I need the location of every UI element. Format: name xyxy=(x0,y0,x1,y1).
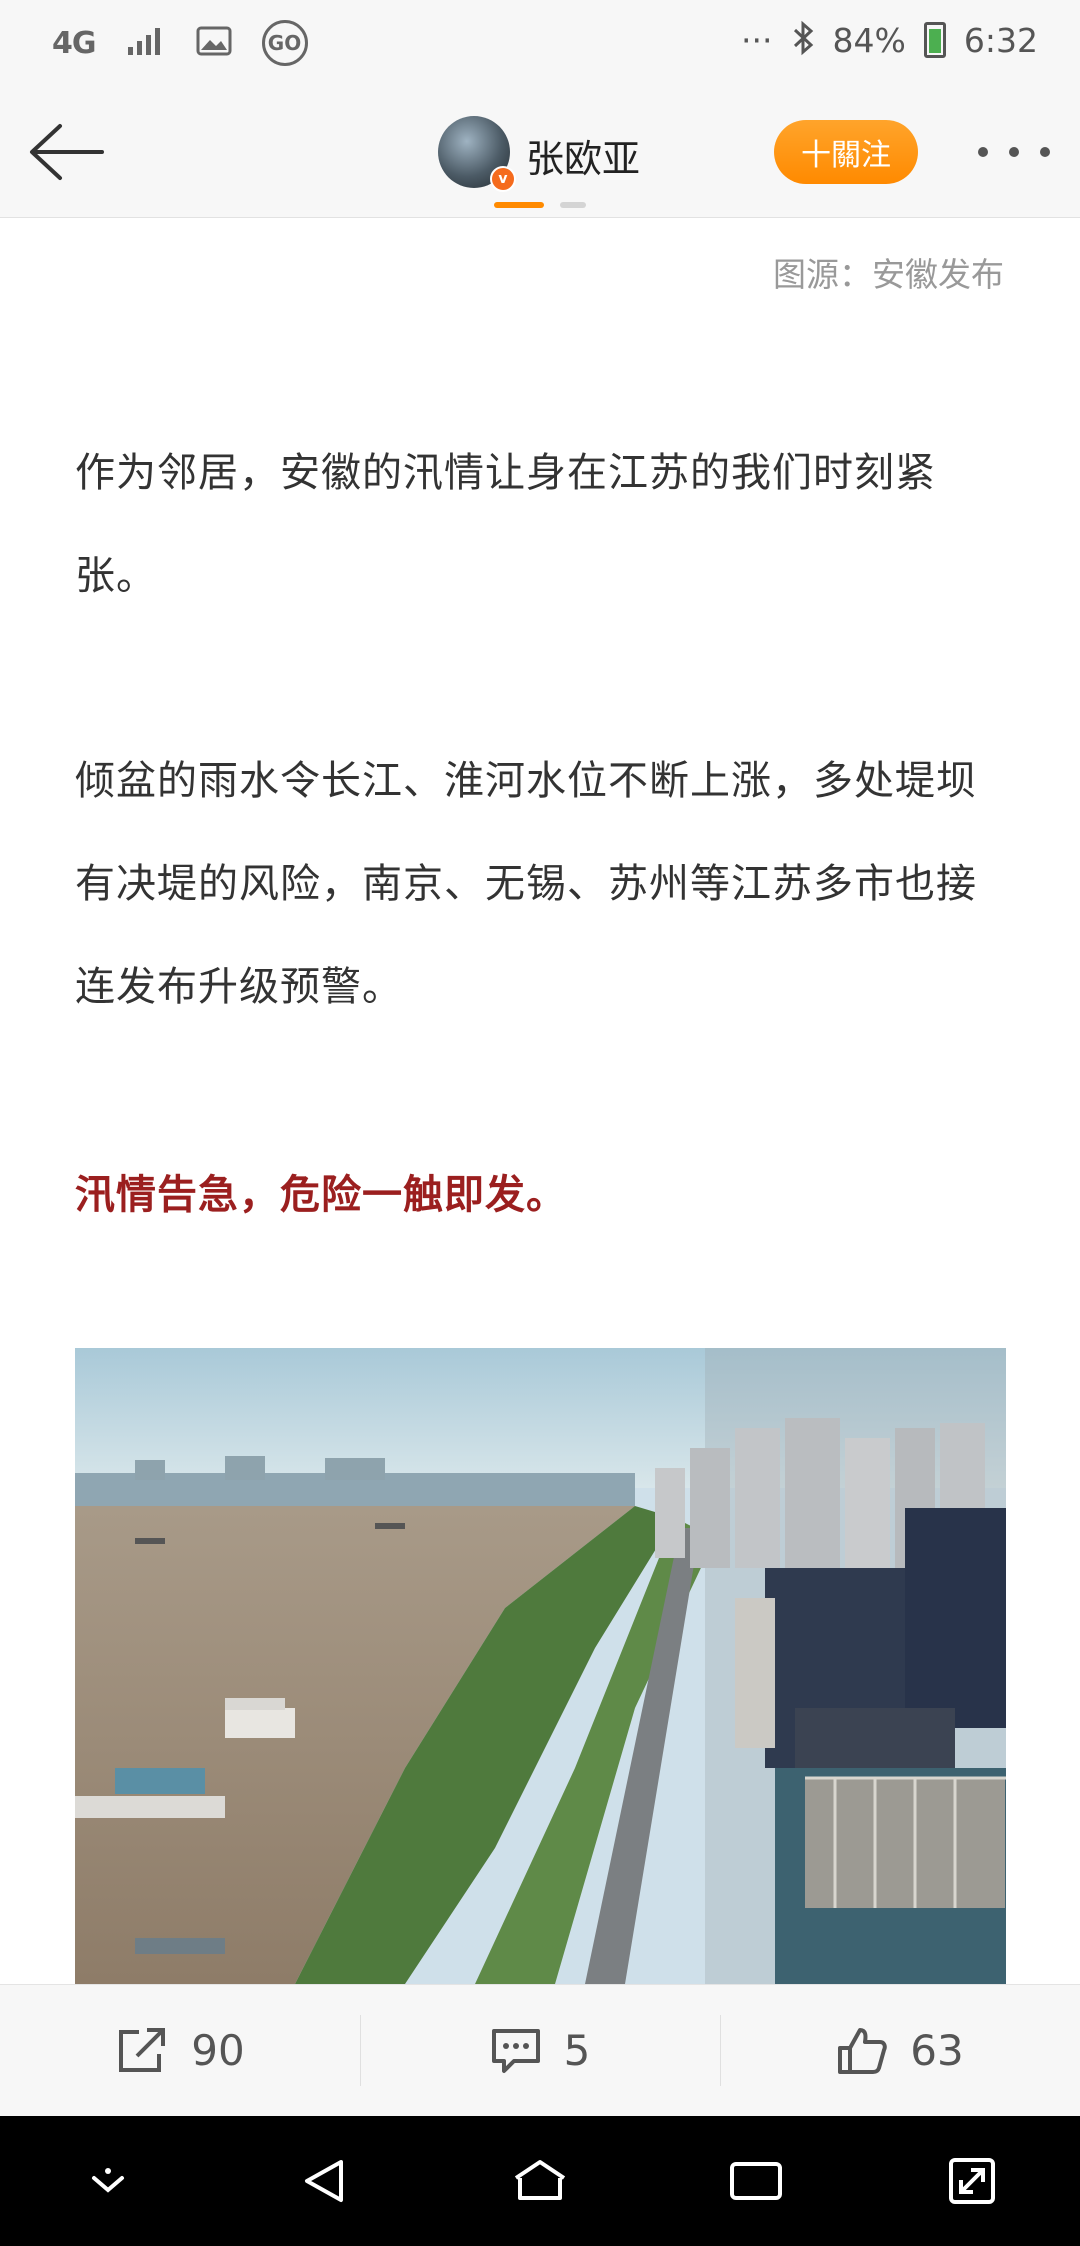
go-icon: GO xyxy=(261,20,308,66)
follow-button[interactable]: 十關注 xyxy=(774,120,918,184)
home-icon xyxy=(514,2160,566,2200)
action-bar: 90 5 63 xyxy=(0,1984,1080,2116)
avatar[interactable]: v xyxy=(438,116,516,192)
chevron-down-icon xyxy=(92,2168,124,2193)
status-bar: 4G GO ··· 84% 6:32 xyxy=(0,0,1080,90)
like-button[interactable]: 63 xyxy=(720,1985,1080,2116)
system-nav-bar xyxy=(0,2116,1080,2246)
nav-home-button[interactable] xyxy=(500,2141,580,2221)
like-count: 63 xyxy=(910,2026,964,2075)
image-icon xyxy=(196,26,232,60)
nav-expand-button[interactable] xyxy=(932,2141,1012,2221)
article-paragraph-2: 倾盆的雨水令长江、淮河水位不断上涨，多处堤坝有决堤的风险，南京、无锡、苏州等江苏… xyxy=(75,758,977,1010)
status-right: ··· 84% 6:32 xyxy=(741,20,1038,60)
dot-icon xyxy=(978,147,988,157)
comment-icon xyxy=(491,2028,540,2073)
flood-river-photo xyxy=(75,1348,1006,1984)
more-options-button[interactable] xyxy=(978,134,1050,170)
top-header: v 张欧亚 十關注 xyxy=(0,90,1080,218)
expand-icon xyxy=(949,2158,995,2204)
hide-nav-button[interactable] xyxy=(68,2141,148,2221)
dot-icon xyxy=(1009,147,1019,157)
tab-indicator-active xyxy=(494,202,544,208)
article-photo[interactable] xyxy=(75,1348,1006,1984)
share-count: 90 xyxy=(191,2026,245,2075)
signal-icon xyxy=(126,25,166,61)
comment-button[interactable]: 5 xyxy=(360,1985,720,2116)
verified-badge-icon: v xyxy=(490,166,516,192)
nav-back-button[interactable] xyxy=(284,2141,364,2221)
article-paragraph-1: 作为邻居，安徽的汛情让身在江苏的我们时刻紧张。 xyxy=(75,450,936,599)
clock: 6:32 xyxy=(963,20,1038,60)
tab-indicator xyxy=(560,202,586,208)
article-highlight: 汛情告急，危险一触即发。 xyxy=(75,1172,567,1218)
status-left: 4G GO xyxy=(52,20,308,66)
more-status-icon: ··· xyxy=(741,20,773,60)
comment-count: 5 xyxy=(563,2026,591,2075)
back-button[interactable] xyxy=(24,116,108,188)
thumbs-up-icon xyxy=(838,2027,888,2074)
arrow-left-icon xyxy=(30,124,104,180)
username[interactable]: 张欧亚 xyxy=(526,128,640,183)
image-source-caption: 图源：安徽发布 xyxy=(773,255,1004,294)
dot-icon xyxy=(1040,147,1050,157)
share-button[interactable]: 90 xyxy=(0,1985,360,2116)
triangle-back-icon xyxy=(305,2160,343,2202)
battery-icon xyxy=(923,22,946,58)
bluetooth-icon xyxy=(791,20,815,60)
recents-icon xyxy=(730,2162,782,2200)
network-type: 4G xyxy=(52,25,96,61)
nav-recents-button[interactable] xyxy=(716,2141,796,2221)
battery-percent: 84% xyxy=(832,20,906,60)
share-icon xyxy=(119,2027,166,2072)
